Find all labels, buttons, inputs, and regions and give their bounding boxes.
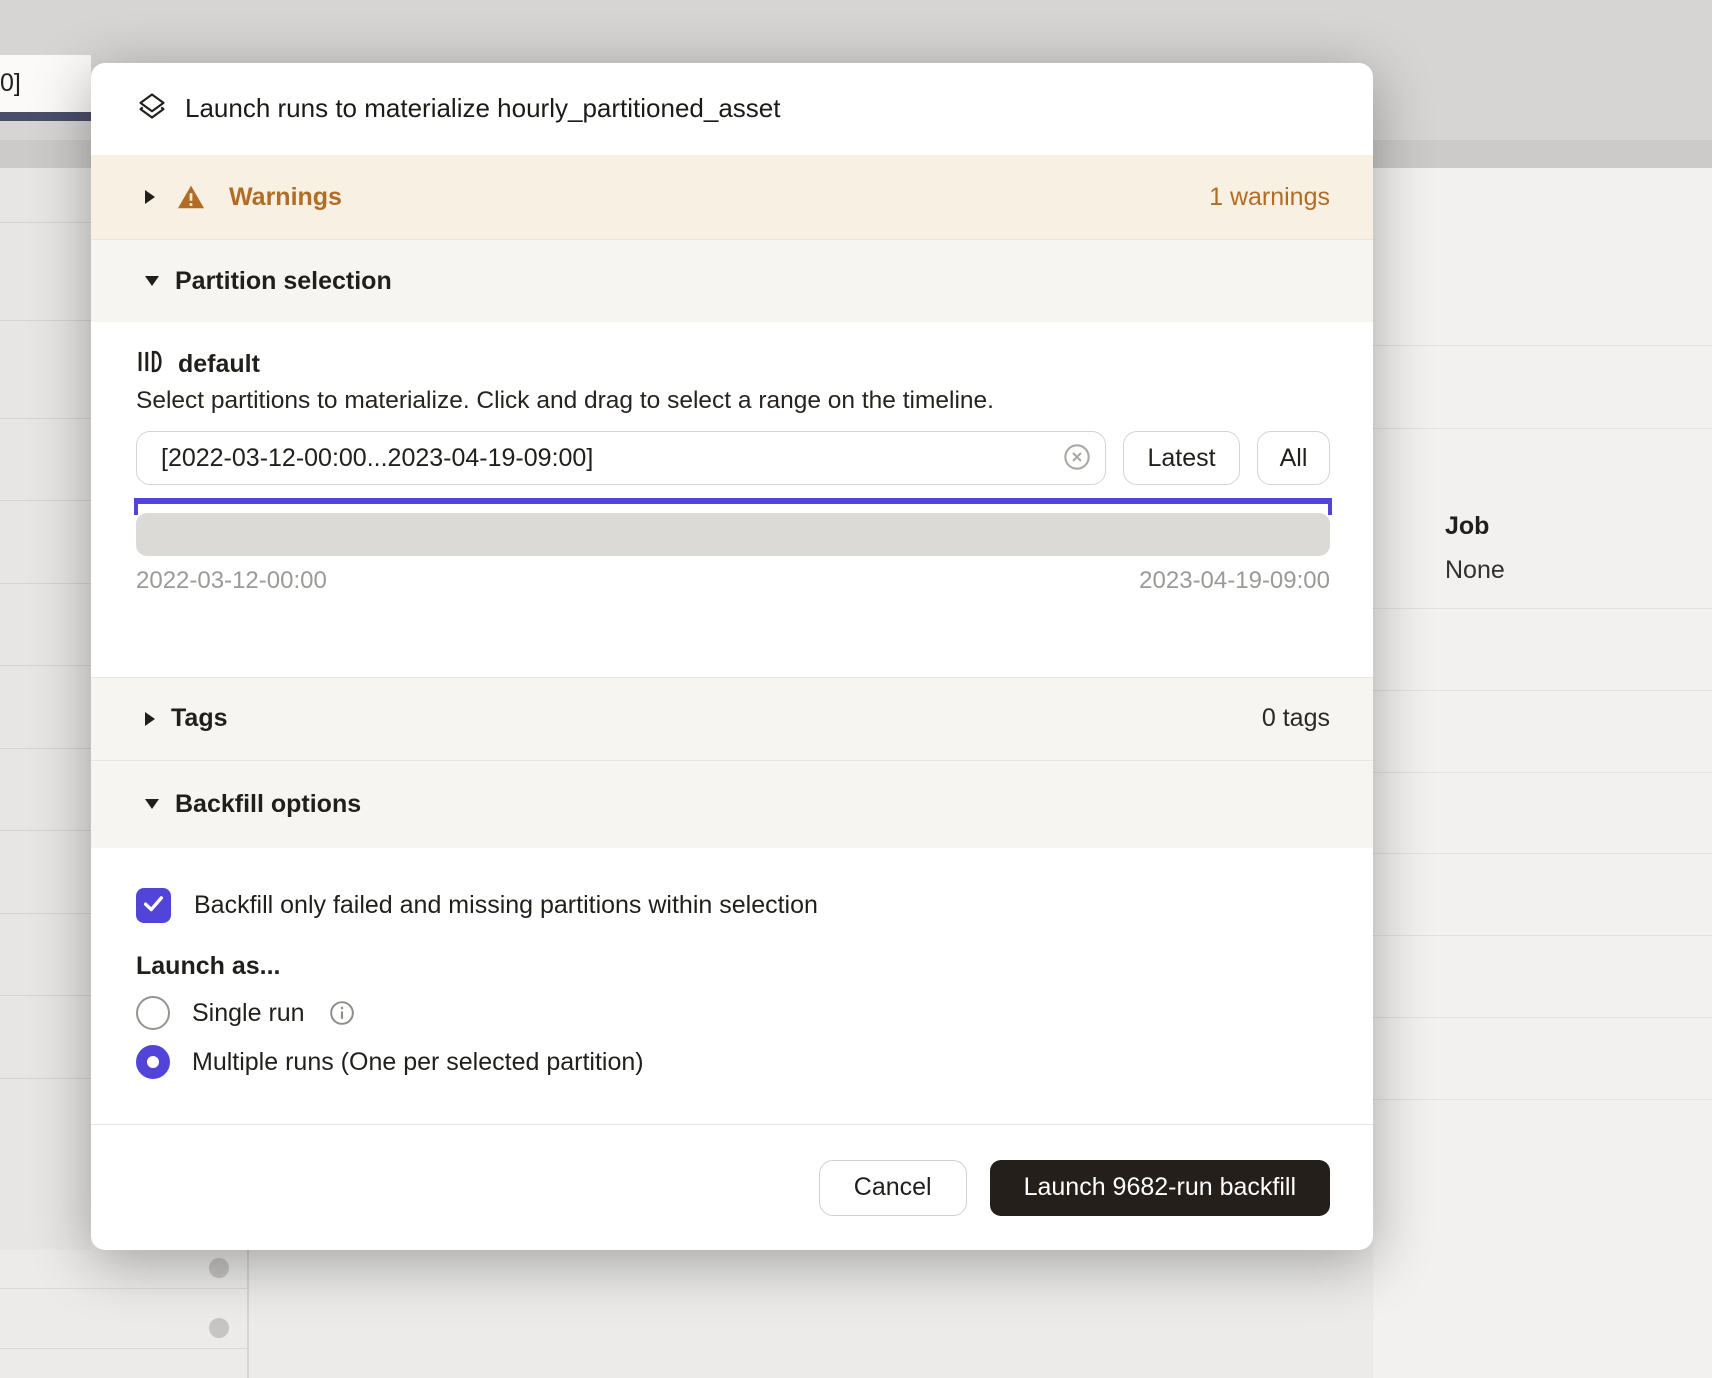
table-row-divider <box>0 583 91 584</box>
table-row-divider <box>0 1348 247 1349</box>
table-row-divider <box>1373 428 1712 429</box>
timeline-start-label: 2022-03-12-00:00 <box>136 567 327 595</box>
backfill-options-body: Backfill only failed and missing partiti… <box>91 848 1373 1124</box>
table-row-divider <box>0 913 91 914</box>
cancel-button[interactable]: Cancel <box>819 1160 967 1216</box>
dimension-name: default <box>178 350 260 379</box>
screen: 0] Job None <box>0 0 1712 1378</box>
backdrop-input-fragment: 0] <box>0 55 91 112</box>
table-row-divider <box>1373 690 1712 691</box>
backfill-failed-missing-checkbox[interactable]: Backfill only failed and missing partiti… <box>136 888 1373 923</box>
launch-backfill-button[interactable]: Launch 9682-run backfill <box>990 1160 1330 1216</box>
timeline-end-label: 2023-04-19-09:00 <box>1139 567 1330 595</box>
checkbox-label: Backfill only failed and missing partiti… <box>194 891 818 920</box>
warnings-label: Warnings <box>229 183 342 212</box>
info-circle-icon[interactable] <box>329 1000 355 1026</box>
tags-label: Tags <box>171 704 228 733</box>
backdrop-fragment-text: 0] <box>0 69 21 98</box>
collapse-caret-icon <box>145 712 155 726</box>
collapse-caret-icon <box>145 190 155 204</box>
table-row-divider <box>1373 935 1712 936</box>
radio-circle[interactable] <box>136 996 170 1030</box>
partition-selection-body: default Select partitions to materialize… <box>91 322 1373 677</box>
clear-circle-icon <box>1063 443 1091 474</box>
table-row-divider <box>0 995 91 996</box>
table-row-divider <box>1373 345 1712 346</box>
table-row-divider <box>0 222 91 223</box>
tags-section-header[interactable]: Tags 0 tags <box>91 677 1373 761</box>
expand-caret-icon <box>145 799 159 809</box>
backdrop-navy-line <box>0 112 91 121</box>
warnings-count: 1 warnings <box>1209 183 1330 212</box>
table-row-divider <box>1373 608 1712 609</box>
timeline-dot <box>209 1258 229 1278</box>
table-row-divider <box>0 320 91 321</box>
dialog-footer: Cancel Launch 9682-run backfill <box>91 1124 1373 1250</box>
backdrop-left-column <box>0 168 91 1378</box>
radio-circle[interactable] <box>136 1045 170 1079</box>
table-row-divider <box>1373 853 1712 854</box>
partition-icon <box>136 348 163 380</box>
timeline-labels: 2022-03-12-00:00 2023-04-19-09:00 <box>136 567 1330 595</box>
single-run-label: Single run <box>192 999 305 1028</box>
partition-instructions: Select partitions to materialize. Click … <box>136 387 1330 415</box>
dialog-header: Launch runs to materialize hourly_partit… <box>91 63 1373 155</box>
backdrop-vertical-divider <box>247 1250 249 1378</box>
backdrop-right-panel: Job None <box>1373 168 1712 1378</box>
table-row-divider <box>1373 1099 1712 1100</box>
table-row-divider <box>0 418 91 419</box>
single-run-radio[interactable]: Single run <box>136 996 1373 1030</box>
tags-count: 0 tags <box>1262 704 1330 733</box>
partition-dimension-row: default <box>136 348 1330 380</box>
table-row-divider <box>0 830 91 831</box>
job-column-header: Job <box>1445 512 1489 541</box>
clear-input-button[interactable] <box>1063 443 1091 474</box>
backfill-options-header[interactable]: Backfill options <box>91 761 1373 849</box>
materialize-icon <box>137 91 167 126</box>
multiple-runs-label: Multiple runs (One per selected partitio… <box>192 1048 644 1077</box>
launch-backfill-dialog: Launch runs to materialize hourly_partit… <box>91 63 1373 1250</box>
partition-selection-label: Partition selection <box>175 267 392 296</box>
table-row-divider <box>1373 1017 1712 1018</box>
backdrop-bottom-area <box>0 1250 1373 1378</box>
timeline-dot <box>209 1318 229 1338</box>
partition-controls: Latest All <box>136 431 1330 485</box>
selection-range-bracket <box>136 498 1330 504</box>
job-column-value: None <box>1445 556 1505 585</box>
table-row-divider <box>0 748 91 749</box>
partition-selection-header[interactable]: Partition selection <box>91 239 1373 322</box>
warning-triangle-icon <box>177 183 205 211</box>
checkbox-box[interactable] <box>136 888 171 923</box>
expand-caret-icon <box>145 276 159 286</box>
multiple-runs-radio[interactable]: Multiple runs (One per selected partitio… <box>136 1045 1373 1079</box>
partition-range-input[interactable] <box>159 443 1063 474</box>
check-icon <box>140 890 167 922</box>
table-row-divider <box>1373 772 1712 773</box>
table-row-divider <box>0 665 91 666</box>
table-row-divider <box>0 1078 91 1079</box>
all-button[interactable]: All <box>1257 431 1330 485</box>
launch-as-label: Launch as... <box>136 952 1373 981</box>
table-row-divider <box>0 1288 247 1289</box>
backfill-options-label: Backfill options <box>175 790 361 819</box>
partition-timeline-bar[interactable] <box>136 513 1330 556</box>
dialog-title: Launch runs to materialize hourly_partit… <box>185 93 780 124</box>
latest-button[interactable]: Latest <box>1123 431 1240 485</box>
partition-range-field <box>136 431 1106 485</box>
table-row-divider <box>0 500 91 501</box>
warnings-section-header[interactable]: Warnings 1 warnings <box>91 155 1373 240</box>
